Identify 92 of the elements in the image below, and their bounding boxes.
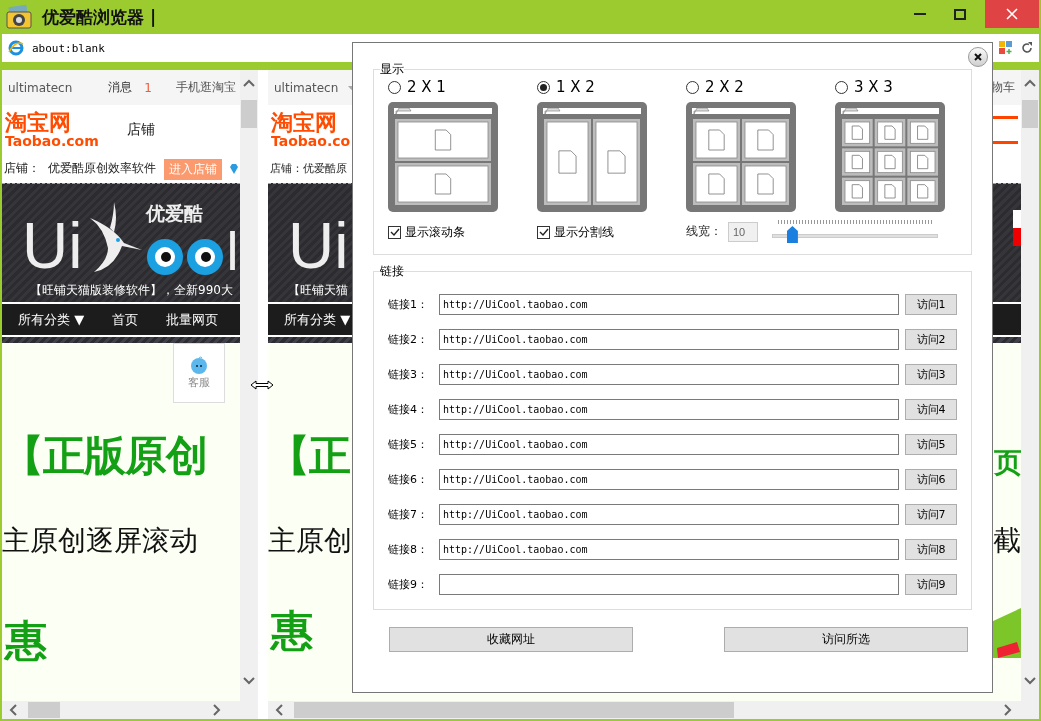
visit-button[interactable]: 访问8 <box>905 539 957 560</box>
visit-button[interactable]: 访问9 <box>905 574 957 595</box>
mobile-link[interactable]: 手机逛淘宝 <box>175 79 236 96</box>
dialog-button[interactable]: 收藏网址 <box>389 627 633 652</box>
header-label: 店铺 <box>126 122 155 138</box>
link-field[interactable]: http://UiCool.taobao.com <box>439 469 899 490</box>
link-label: 链接7： <box>388 507 429 522</box>
user-link[interactable]: ultimatecn <box>274 80 339 95</box>
link-field[interactable]: http://UiCool.taobao.com <box>439 364 899 385</box>
close-button[interactable] <box>968 47 988 67</box>
camera-icon <box>6 4 32 30</box>
checkmark-icon <box>538 227 549 237</box>
link-field[interactable] <box>439 574 899 595</box>
menu-item[interactable]: 所有分类 ▼ <box>18 310 85 329</box>
link-field[interactable]: http://UiCool.taobao.com <box>439 399 899 420</box>
menu-item[interactable]: 所有分类 ▼ <box>284 310 351 329</box>
shop-logo: 淘宝网 Taobao.co <box>271 112 351 148</box>
visit-button[interactable]: 访问4 <box>905 399 957 420</box>
layout-radio[interactable]: 1 X 2 <box>537 78 647 96</box>
link-label: 链接2： <box>388 332 429 347</box>
visit-button[interactable]: 访问3 <box>905 364 957 385</box>
option-checkbox[interactable]: 显示分割线 <box>537 223 647 241</box>
shop-name: 优爱酷原创效率软件 <box>48 162 156 176</box>
dialog-button[interactable]: 访问所选 <box>724 627 968 652</box>
link-label: 链接5： <box>388 437 429 452</box>
link-label: 链接4： <box>388 402 429 417</box>
eye-icon <box>146 238 185 276</box>
link-label: 链接3： <box>388 367 429 382</box>
visit-button[interactable]: 访问1 <box>905 294 957 315</box>
line-width-field[interactable]: 10 <box>728 222 758 242</box>
promo-graphic <box>991 607 1021 658</box>
tiles-icon[interactable] <box>999 41 1013 55</box>
brand-text: Ui <box>288 218 349 276</box>
link-field[interactable]: http://UiCool.taobao.com <box>439 294 899 315</box>
promo-text: 惠 <box>269 605 312 657</box>
link-label: 链接6： <box>388 472 429 487</box>
user-link[interactable]: ultimatecn <box>8 80 73 95</box>
close-icon <box>1006 8 1018 20</box>
link-label: 链接8： <box>388 542 429 557</box>
line-width-label: 线宽： <box>686 225 722 239</box>
eye-icon <box>186 238 225 276</box>
link-field[interactable]: http://UiCool.taobao.com <box>439 504 899 525</box>
brand-cn-text: 优爱酷 <box>146 204 205 224</box>
group-title: 链接 <box>380 263 404 280</box>
subtitle: 主原创逐屏滚动 <box>2 527 199 555</box>
minimize-icon <box>914 13 926 15</box>
shop-logo: 淘宝网 Taobao.com <box>5 112 99 148</box>
layout-radio[interactable]: 2 X 2 <box>686 78 796 96</box>
visit-button[interactable]: 访问5 <box>905 434 957 455</box>
messages-link[interactable]: 消息 <box>108 79 133 96</box>
shop-label: 店铺：优爱酷原 <box>270 162 347 176</box>
headline: 【正版原创 <box>2 435 208 477</box>
headline: 页 <box>994 449 1021 477</box>
banner-slogan: 【旺铺天猫 <box>287 282 348 299</box>
browser-icon <box>8 40 24 56</box>
subtitle: 截 <box>993 527 1021 555</box>
close-icon <box>974 53 982 61</box>
group-title: 显示 <box>380 61 404 78</box>
promo-text: 惠 <box>3 615 48 667</box>
scroll-thumb[interactable] <box>1022 100 1038 128</box>
visit-button[interactable]: 访问2 <box>905 329 957 350</box>
window-title: 优爱酷浏览器 | <box>42 5 158 29</box>
chat-bubble-icon <box>190 356 208 375</box>
customer-service-button[interactable]: 客服 <box>173 343 225 403</box>
message-count: 1 <box>144 80 152 95</box>
link-field[interactable]: http://UiCool.taobao.com <box>439 329 899 350</box>
banner-graphic <box>1013 210 1021 246</box>
layout-radio[interactable]: 2 X 1 <box>388 78 498 96</box>
link-field[interactable]: http://UiCool.taobao.com <box>439 539 899 560</box>
banner-slogan: 【旺铺天猫版装修软件】，全新990大 <box>29 282 233 299</box>
subtitle: 主原创 <box>268 527 352 555</box>
maximize-icon <box>954 8 966 20</box>
diamond-icon <box>230 164 238 174</box>
checkmark-icon <box>389 227 400 237</box>
line-width-slider[interactable] <box>772 220 938 244</box>
menu-item[interactable]: 首页 <box>112 310 139 329</box>
scroll-thumb[interactable] <box>28 702 60 718</box>
link-field[interactable]: http://UiCool.taobao.com <box>439 434 899 455</box>
scroll-thumb[interactable] <box>241 100 257 128</box>
menu-item[interactable]: 批量网页 <box>166 310 219 329</box>
scroll-thumb[interactable] <box>294 702 734 718</box>
link-label: 链接1： <box>388 297 429 312</box>
visit-button[interactable]: 访问6 <box>905 469 957 490</box>
link-label: 链接9： <box>388 577 429 592</box>
layout-radio[interactable]: 3 X 3 <box>835 78 945 96</box>
brand-text: l <box>226 227 239 276</box>
shop-label: 店铺： <box>4 162 40 176</box>
brand-text: Ui <box>22 218 83 276</box>
refresh-icon[interactable] <box>1021 42 1033 54</box>
option-checkbox[interactable]: 显示滚动条 <box>388 223 498 241</box>
headline: 【正 <box>268 435 350 477</box>
visit-button[interactable]: 访问7 <box>905 504 957 525</box>
